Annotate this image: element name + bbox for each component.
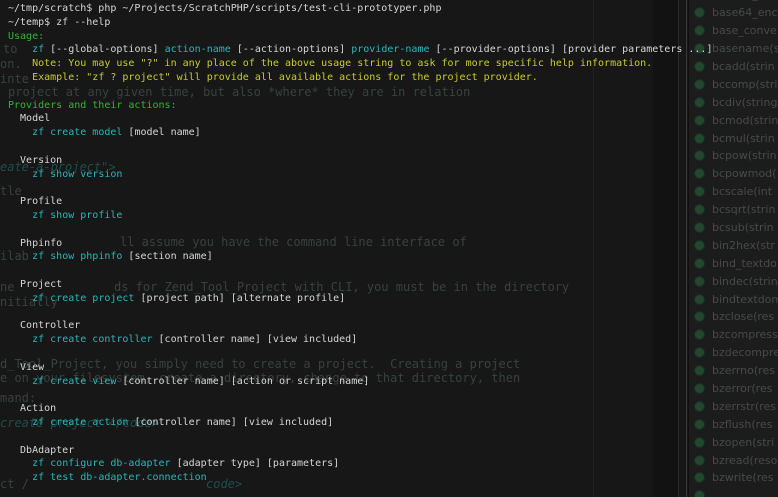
terminal-output: ~/tmp/scratch$ php ~/Projects/ScratchPHP…: [8, 2, 778, 485]
terminal-line: [8, 430, 778, 444]
terminal-text-segment: [controller name] [action or script name…: [116, 376, 369, 387]
terminal-text-segment: [controller name] [view included]: [153, 334, 358, 345]
terminal-text-segment: zf create controller: [32, 334, 152, 345]
terminal-text-segment: [8, 86, 14, 97]
terminal-text-segment: zf create model: [32, 127, 122, 138]
terminal-text-segment: [8, 169, 32, 180]
terminal-text-segment: [8, 265, 14, 276]
terminal-text-segment: [8, 251, 32, 262]
terminal-line: zf test db-adapter.connection: [8, 471, 778, 485]
terminal-text-segment: [section name]: [122, 251, 212, 262]
terminal-text-segment: Project: [8, 279, 62, 290]
terminal-window[interactable]: ~/tmp/scratch$ php ~/Projects/ScratchPHP…: [0, 0, 778, 497]
terminal-text-segment: [8, 431, 14, 442]
terminal-line: Version: [8, 154, 778, 168]
terminal-text-segment: [8, 293, 32, 304]
terminal-text-segment: Phpinfo: [8, 238, 62, 249]
terminal-text-segment: Profile: [8, 196, 62, 207]
terminal-text-segment: zf show profile: [32, 210, 122, 221]
terminal-text-segment: zf create project: [32, 293, 134, 304]
terminal-text-segment: provider-name: [351, 44, 429, 55]
terminal-line: Usage:: [8, 30, 778, 44]
terminal-line: zf [--global-options] action-name [--act…: [8, 43, 778, 57]
terminal-text-segment: [8, 224, 14, 235]
terminal-text-segment: [8, 141, 14, 152]
terminal-text-segment: Providers and their actions:: [8, 100, 177, 111]
terminal-text-segment: zf show version: [32, 169, 122, 180]
terminal-text-segment: Controller: [8, 320, 80, 331]
terminal-text-segment: Model: [8, 113, 50, 124]
terminal-line: Controller: [8, 319, 778, 333]
terminal-text-segment: [8, 182, 14, 193]
terminal-text-segment: [8, 58, 32, 69]
terminal-text-segment: zf configure db-adapter: [32, 458, 170, 469]
terminal-text-segment: View: [8, 362, 44, 373]
terminal-line: [8, 388, 778, 402]
terminal-text-segment: [8, 334, 32, 345]
terminal-text-segment: ~/temp$ zf --help: [8, 17, 110, 28]
terminal-text-segment: [model name]: [122, 127, 200, 138]
terminal-text-segment: ~/tmp/scratch$ php ~/Projects/ScratchPHP…: [8, 3, 441, 14]
terminal-line: [8, 223, 778, 237]
terminal-text-segment: [--action-options]: [231, 44, 351, 55]
terminal-line: [8, 85, 778, 99]
terminal-line: zf configure db-adapter [adapter type] […: [8, 457, 778, 471]
terminal-line: zf create project [project path] [altern…: [8, 292, 778, 306]
terminal-text-segment: zf: [32, 44, 44, 55]
terminal-line: zf show profile: [8, 209, 778, 223]
terminal-text-segment: action-name: [165, 44, 231, 55]
terminal-line: Model: [8, 112, 778, 126]
terminal-text-segment: Version: [8, 155, 62, 166]
terminal-text-segment: zf create action: [32, 417, 128, 428]
terminal-text-segment: zf show phpinfo: [32, 251, 122, 262]
terminal-line: Project: [8, 278, 778, 292]
terminal-line: Note: You may use "?" in any place of th…: [8, 57, 778, 71]
terminal-text-segment: [8, 72, 32, 83]
terminal-text-segment: Action: [8, 403, 56, 414]
terminal-line: Example: "zf ? project" will provide all…: [8, 71, 778, 85]
terminal-line: ~/tmp/scratch$ php ~/Projects/ScratchPHP…: [8, 2, 778, 16]
terminal-text-segment: Note: You may use "?" in any place of th…: [32, 58, 652, 69]
terminal-text-segment: [8, 458, 32, 469]
terminal-text-segment: [8, 417, 32, 428]
terminal-text-segment: [8, 472, 32, 483]
terminal-line: zf create model [model name]: [8, 126, 778, 140]
terminal-line: [8, 140, 778, 154]
terminal-line: [8, 306, 778, 320]
terminal-line: Providers and their actions:: [8, 99, 778, 113]
terminal-line: Profile: [8, 195, 778, 209]
terminal-line: zf show version: [8, 168, 778, 182]
terminal-text-segment: [8, 389, 14, 400]
terminal-line: Action: [8, 402, 778, 416]
terminal-text-segment: [adapter type] [parameters]: [171, 458, 340, 469]
terminal-line: [8, 264, 778, 278]
terminal-text-segment: DbAdapter: [8, 445, 74, 456]
screen: toon.inteproject at any given time, but …: [0, 0, 778, 497]
terminal-line: zf create controller [controller name] […: [8, 333, 778, 347]
terminal-line: Phpinfo: [8, 237, 778, 251]
terminal-text-segment: zf test db-adapter.connection: [32, 472, 207, 483]
terminal-line: zf show phpinfo [section name]: [8, 250, 778, 264]
terminal-text-segment: [project path] [alternate profile]: [134, 293, 345, 304]
terminal-text-segment: zf create view: [32, 376, 116, 387]
terminal-text-segment: [8, 44, 32, 55]
terminal-line: View: [8, 361, 778, 375]
terminal-text-segment: [8, 127, 32, 138]
terminal-text-segment: [--global-options]: [44, 44, 164, 55]
terminal-text-segment: [8, 376, 32, 387]
terminal-text-segment: Example: "zf ? project" will provide all…: [32, 72, 538, 83]
terminal-line: zf create view [controller name] [action…: [8, 375, 778, 389]
terminal-line: DbAdapter: [8, 444, 778, 458]
terminal-line: [8, 181, 778, 195]
terminal-line: zf create action [controller name] [view…: [8, 416, 778, 430]
terminal-text-segment: [controller name] [view included]: [128, 417, 333, 428]
terminal-text-segment: [8, 210, 32, 221]
terminal-text-segment: [--provider-options] [provider parameter…: [430, 44, 713, 55]
terminal-line: ~/temp$ zf --help: [8, 16, 778, 30]
terminal-text-segment: [8, 307, 14, 318]
terminal-line: [8, 347, 778, 361]
terminal-text-segment: Usage:: [8, 31, 44, 42]
terminal-text-segment: [8, 348, 14, 359]
